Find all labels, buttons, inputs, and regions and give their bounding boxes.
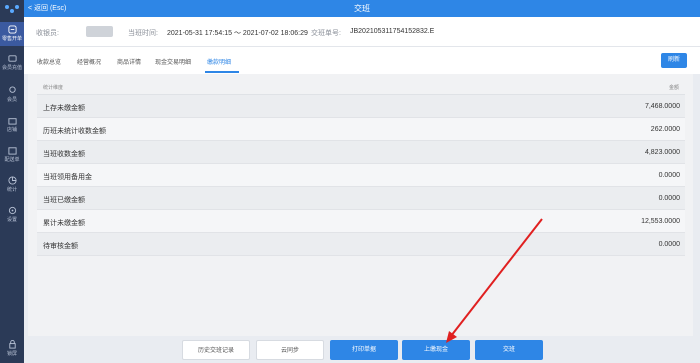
cashier-label: 收银员: xyxy=(36,30,59,37)
row-label: 当班收数金额 xyxy=(43,151,85,158)
action-bar: 历史交班记录 云同步 打印单据 上缴现金 交班 xyxy=(24,336,700,363)
sidebar: 零售开单 会员充值 会员 店铺 配送单 统计 设置 锁屏 xyxy=(0,0,24,363)
member-icon xyxy=(8,86,16,93)
tab-payment-details[interactable]: 缴款明细 xyxy=(207,57,231,66)
shift-time-value: 2021-05-31 17:54:15 ～ 2021-07-02 18:06:2… xyxy=(167,30,308,37)
sidebar-item-label: 店铺 xyxy=(6,127,17,133)
sidebar-item-recharge[interactable]: 会员充值 xyxy=(0,54,24,71)
app-logo-icon xyxy=(5,5,19,13)
column-header-amount: 金额 xyxy=(668,85,679,91)
column-header-dimension: 统计维度 xyxy=(43,85,64,91)
sidebar-item-label: 会员 xyxy=(6,97,17,103)
payment-table: 统计维度 金额 上存未缴金额 7,468.0000 历班未统计收数金额 262.… xyxy=(37,78,685,256)
row-value: 0.0000 xyxy=(658,172,680,179)
delivery-icon xyxy=(7,147,17,155)
sidebar-item-label: 统计 xyxy=(6,187,17,193)
table-row: 当班领用备用金 0.0000 xyxy=(37,164,685,187)
row-label: 历班未统计收数金额 xyxy=(43,128,106,135)
table-row: 历班未统计收数金额 262.0000 xyxy=(37,118,685,141)
sidebar-item-label: 会员充值 xyxy=(1,65,22,71)
tab-product-details[interactable]: 商品详情 xyxy=(117,57,141,66)
row-value: 262.0000 xyxy=(650,126,680,133)
tab-cash-transactions[interactable]: 现金交易明细 xyxy=(155,57,191,66)
cashier-name-redacted xyxy=(86,26,113,37)
cloud-sync-button[interactable]: 云同步 xyxy=(256,340,324,360)
sidebar-item-label: 配送单 xyxy=(4,157,20,163)
row-value: 0.0000 xyxy=(658,195,680,202)
row-label: 上存未缴金额 xyxy=(43,105,85,112)
tab-business-summary[interactable]: 经营概况 xyxy=(77,57,101,66)
shift-info: 收银员: 当班时间: 2021-05-31 17:54:15 ～ 2021-07… xyxy=(24,17,700,47)
table-header: 统计维度 金额 xyxy=(37,78,685,95)
sidebar-item-member[interactable]: 会员 xyxy=(0,86,24,103)
settings-icon xyxy=(8,206,16,215)
print-button[interactable]: 打印单据 xyxy=(330,340,398,360)
order-no-label: 交班单号: xyxy=(311,30,341,37)
table-row: 当班已缴金额 0.0000 xyxy=(37,187,685,210)
cashier-icon xyxy=(7,25,17,34)
lock-icon xyxy=(8,340,16,349)
row-label: 累计未缴金额 xyxy=(43,220,85,227)
sidebar-item-label: 锁屏 xyxy=(6,351,17,357)
sidebar-item-stats[interactable]: 统计 xyxy=(0,176,24,193)
row-value: 12,553.0000 xyxy=(641,218,680,225)
row-label: 待审核金额 xyxy=(43,243,78,250)
shift-time-label: 当班时间: xyxy=(128,30,158,37)
history-button[interactable]: 历史交班记录 xyxy=(182,340,250,360)
active-tab-indicator xyxy=(205,71,239,73)
tab-bar: 收款总览 经营概况 商品详情 现金交易明细 缴款明细 刷新 xyxy=(24,47,700,74)
sidebar-item-delivery[interactable]: 配送单 xyxy=(0,146,24,163)
row-label: 当班已缴金额 xyxy=(43,197,85,204)
page-title: 交班 xyxy=(354,4,370,13)
recharge-icon xyxy=(7,55,17,62)
shop-icon xyxy=(7,118,17,125)
table-row: 上存未缴金额 7,468.0000 xyxy=(37,95,685,118)
sidebar-item-shop[interactable]: 店铺 xyxy=(0,116,24,133)
table-row: 当班收数金额 4,823.0000 xyxy=(37,141,685,164)
sidebar-item-lock[interactable]: 锁屏 xyxy=(0,340,24,357)
table-row: 待审核金额 0.0000 xyxy=(37,233,685,256)
content-panel: 统计维度 金额 上存未缴金额 7,468.0000 历班未统计收数金额 262.… xyxy=(28,74,693,336)
tab-payment-overview[interactable]: 收款总览 xyxy=(37,57,61,66)
row-value: 4,823.0000 xyxy=(644,149,680,156)
table-row: 累计未缴金额 12,553.0000 xyxy=(37,210,685,233)
submit-cash-button[interactable]: 上缴现金 xyxy=(402,340,470,360)
row-value: 7,468.0000 xyxy=(644,103,680,110)
stats-icon xyxy=(7,176,17,185)
sidebar-item-cashier[interactable]: 零售开单 xyxy=(0,22,24,46)
handover-button[interactable]: 交班 xyxy=(475,340,543,360)
sidebar-item-label: 设置 xyxy=(6,217,17,223)
sidebar-item-label: 零售开单 xyxy=(1,36,22,42)
refresh-button[interactable]: 刷新 xyxy=(661,53,687,68)
sidebar-item-settings[interactable]: 设置 xyxy=(0,206,24,223)
order-no-value: JB202105311754152832.E xyxy=(350,28,435,35)
top-bar: < 返回 (Esc) 交班 xyxy=(24,0,700,17)
row-label: 当班领用备用金 xyxy=(43,174,92,181)
row-value: 0.0000 xyxy=(658,241,680,248)
